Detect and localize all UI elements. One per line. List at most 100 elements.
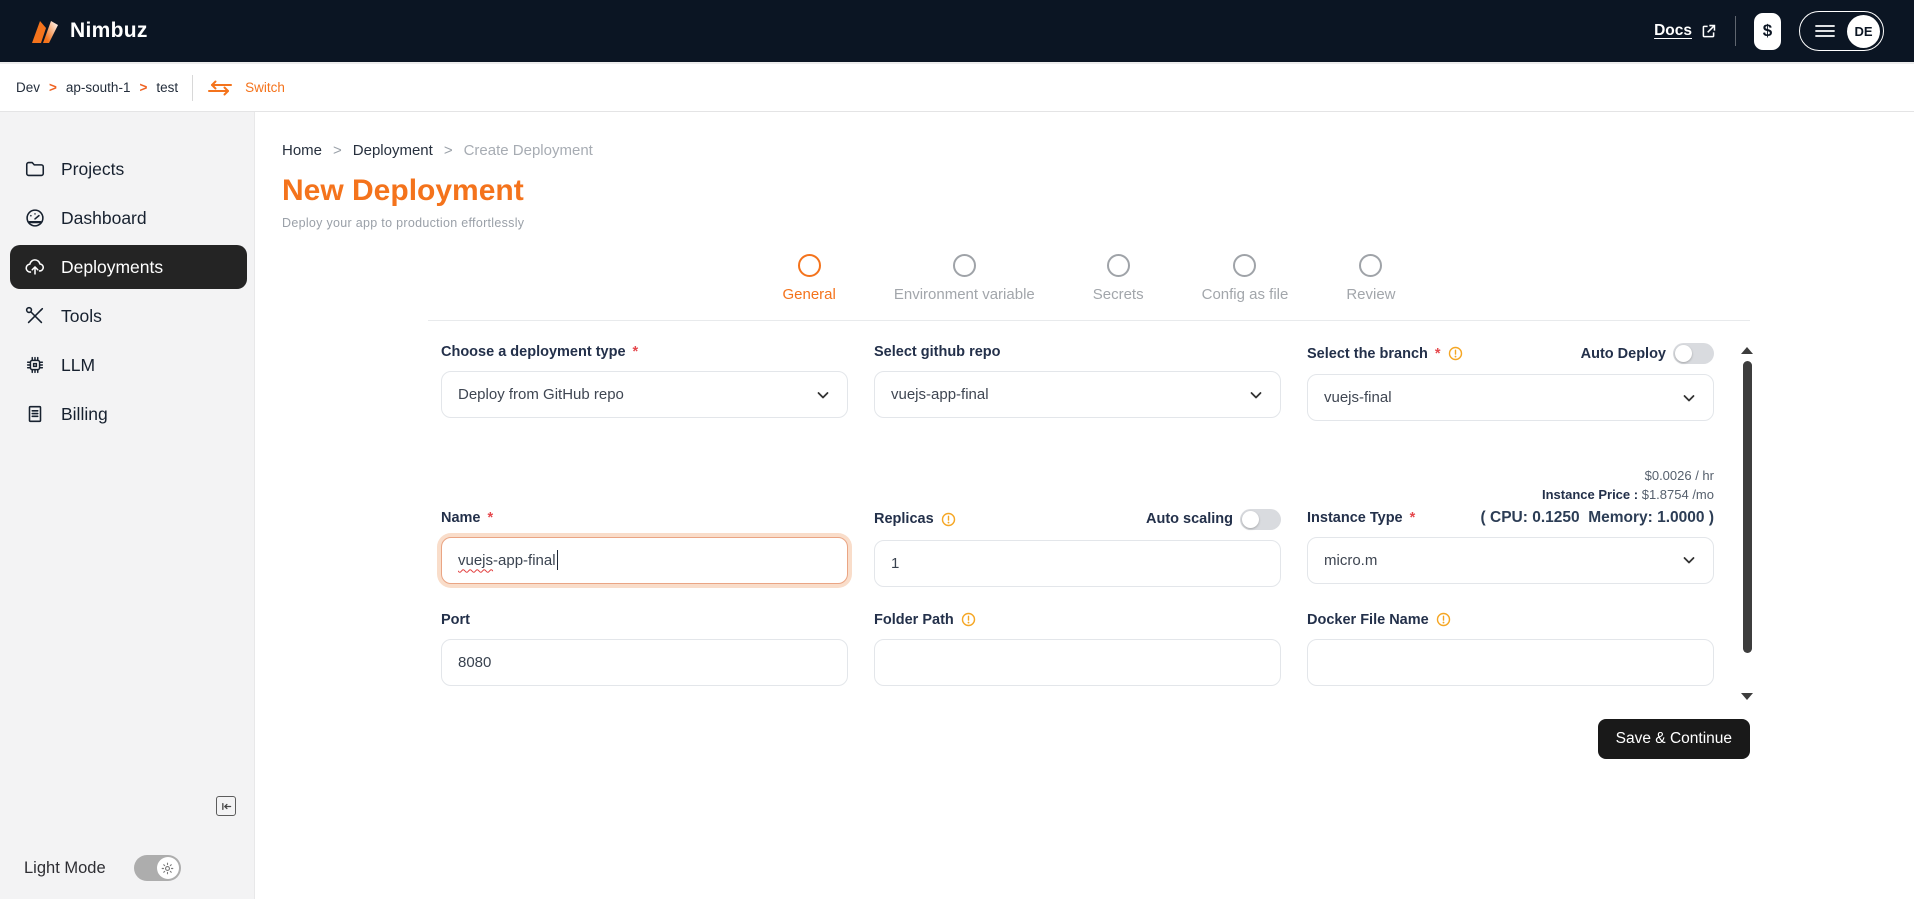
step-circle	[1107, 254, 1130, 277]
light-mode-toggle[interactable]	[134, 855, 181, 881]
folder-path-label: Folder Path	[874, 612, 954, 628]
required-mark: *	[633, 344, 639, 360]
main-content: Home > Deployment > Create Deployment Ne…	[255, 112, 1914, 899]
chevron-down-icon	[1681, 390, 1697, 406]
step-secrets[interactable]: Secrets	[1093, 254, 1144, 303]
deployment-type-select[interactable]: Deploy from GitHub repo	[441, 371, 848, 418]
name-label: Name	[441, 510, 481, 526]
sidebar-item-dashboard[interactable]: Dashboard	[10, 196, 247, 240]
github-repo-select[interactable]: vuejs-app-final	[874, 371, 1281, 418]
scrollbar-down-arrow-icon[interactable]	[1741, 693, 1753, 700]
sidebar-item-billing[interactable]: Billing	[10, 392, 247, 436]
instance-type-select[interactable]: micro.m	[1307, 537, 1714, 584]
tools-icon	[24, 305, 46, 327]
port-label: Port	[441, 612, 470, 628]
folder-path-input[interactable]	[874, 639, 1281, 686]
deployment-type-label: Choose a deployment type	[441, 344, 626, 360]
step-review[interactable]: Review	[1346, 254, 1395, 303]
name-value-misspelled: vuejs	[458, 552, 493, 569]
gauge-icon	[24, 207, 46, 229]
instance-type-label: Instance Type	[1307, 510, 1403, 526]
breadcrumb-home[interactable]: Home	[282, 142, 322, 159]
text-cursor	[557, 550, 559, 570]
auto-deploy-toggle[interactable]	[1673, 343, 1714, 364]
breadcrumb-current: Create Deployment	[464, 142, 593, 159]
sidebar-item-deployments[interactable]: Deployments	[10, 245, 247, 289]
save-continue-button[interactable]: Save & Continue	[1598, 719, 1750, 759]
auto-scaling-toggle[interactable]	[1240, 509, 1281, 530]
account-menu[interactable]: DE	[1799, 11, 1884, 51]
topbar: Nimbuz Docs $ DE	[0, 0, 1914, 62]
instance-price-label: Instance Price :	[1542, 487, 1638, 502]
sidebar-item-tools[interactable]: Tools	[10, 294, 247, 338]
sidebar-item-projects[interactable]: Projects	[10, 147, 247, 191]
context-project[interactable]: test	[156, 80, 178, 95]
info-icon[interactable]	[941, 512, 956, 527]
collapse-left-icon	[220, 800, 233, 813]
sidebar-collapse-button[interactable]	[216, 796, 236, 816]
avatar[interactable]: DE	[1847, 15, 1880, 48]
sun-icon	[161, 862, 174, 875]
context-env[interactable]: Dev	[16, 80, 40, 95]
required-mark: *	[1435, 346, 1441, 362]
required-mark: *	[1410, 510, 1416, 526]
sidebar-item-label: LLM	[61, 355, 95, 376]
menu-icon	[1814, 22, 1836, 40]
sidebar: Projects Dashboard Deployments	[0, 112, 255, 899]
switch-label: Switch	[245, 80, 285, 95]
docs-label: Docs	[1654, 22, 1692, 40]
github-repo-label: Select github repo	[874, 344, 1001, 360]
docker-file-name-label: Docker File Name	[1307, 612, 1429, 628]
docker-file-name-input[interactable]	[1307, 639, 1714, 686]
instance-type-value: micro.m	[1324, 552, 1377, 569]
docs-link[interactable]: Docs	[1654, 22, 1717, 40]
sidebar-item-label: Billing	[61, 404, 108, 425]
breadcrumb-separator: >	[333, 142, 342, 159]
context-breadcrumb: Dev > ap-south-1 > test	[16, 80, 178, 95]
breadcrumb-deployment[interactable]: Deployment	[353, 142, 433, 159]
receipt-icon	[24, 403, 46, 425]
scrollbar-thumb[interactable]	[1743, 361, 1752, 653]
page-title: New Deployment	[282, 174, 1914, 208]
brand-name: Nimbuz	[70, 19, 148, 43]
sidebar-item-label: Deployments	[61, 257, 163, 278]
topbar-divider	[1735, 16, 1736, 46]
replicas-input[interactable]	[874, 540, 1281, 587]
switch-context-button[interactable]: Switch	[207, 80, 285, 96]
step-general[interactable]: General	[782, 254, 835, 303]
breadcrumb-separator: >	[139, 80, 147, 95]
form-row-2: Name * vuejs-app-final Replicas	[441, 509, 1714, 587]
info-icon[interactable]	[1448, 346, 1463, 361]
step-circle	[1359, 254, 1382, 277]
sidebar-item-label: Tools	[61, 306, 102, 327]
name-value-rest: -app-final	[493, 552, 556, 569]
context-region[interactable]: ap-south-1	[66, 80, 131, 95]
step-label: General	[782, 286, 835, 303]
brand-logo[interactable]: Nimbuz	[30, 18, 148, 44]
light-mode-control: Light Mode	[24, 855, 181, 881]
step-config-as-file[interactable]: Config as file	[1202, 254, 1289, 303]
billing-currency-button[interactable]: $	[1754, 13, 1781, 50]
step-environment-variable[interactable]: Environment variable	[894, 254, 1035, 303]
instance-specs: ( CPU: 0.1250 Memory: 1.0000 )	[1481, 509, 1714, 527]
cloud-upload-icon	[24, 256, 46, 278]
info-icon[interactable]	[1436, 612, 1451, 627]
scrollbar-up-arrow-icon[interactable]	[1741, 347, 1753, 354]
breadcrumb-separator: >	[49, 80, 57, 95]
form-row-3: Port Folder Path	[441, 611, 1714, 686]
sidebar-item-llm[interactable]: LLM	[10, 343, 247, 387]
monthly-rate: $1.8754 /mo	[1642, 487, 1714, 502]
dollar-icon: $	[1763, 21, 1772, 41]
form-scrollbar[interactable]	[1740, 347, 1754, 699]
step-circle	[798, 254, 821, 277]
breadcrumb: Home > Deployment > Create Deployment	[282, 142, 1914, 159]
replicas-label: Replicas	[874, 511, 934, 527]
info-icon[interactable]	[961, 612, 976, 627]
port-input[interactable]	[441, 639, 848, 686]
step-label: Review	[1346, 286, 1395, 303]
branch-select[interactable]: vuejs-final	[1307, 374, 1714, 421]
form-row-4: Health Endpoint Ephemeral Storage	[441, 706, 1714, 707]
name-input[interactable]: vuejs-app-final	[441, 537, 848, 584]
hourly-rate: $0.0026 / hr	[441, 467, 1714, 486]
context-divider	[192, 75, 193, 101]
